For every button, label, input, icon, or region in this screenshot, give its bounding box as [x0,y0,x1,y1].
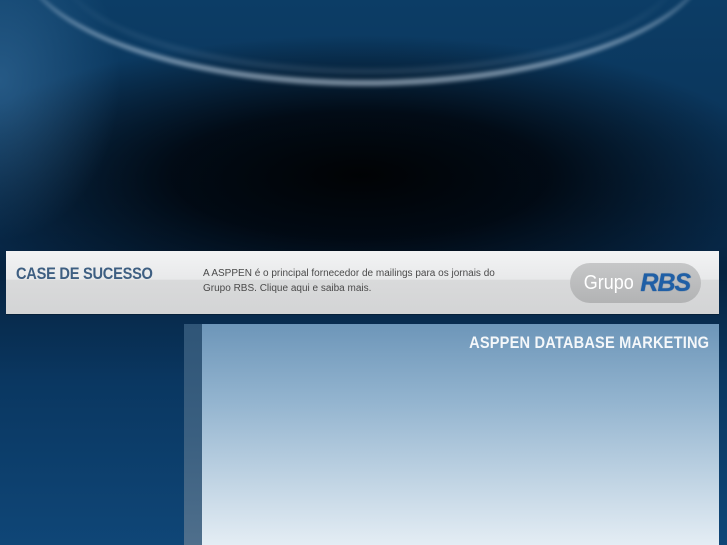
logo-grupo-text: Grupo [583,271,634,294]
logo-rbs-mark: RBS [640,268,691,297]
grupo-rbs-logo[interactable]: Grupo RBS [570,263,701,303]
case-study-description[interactable]: A ASPPEN é o principal fornecedor de mai… [203,266,503,296]
panel-title: ASPPEN DATABASE MARKETING [468,333,709,352]
panel-side-strip [184,324,202,545]
main-content-panel: ASPPEN DATABASE MARKETING [202,324,719,545]
case-study-title: CASE DE SUCESSO [16,264,153,283]
case-study-banner[interactable]: CASE DE SUCESSO A ASPPEN é o principal f… [6,251,719,314]
